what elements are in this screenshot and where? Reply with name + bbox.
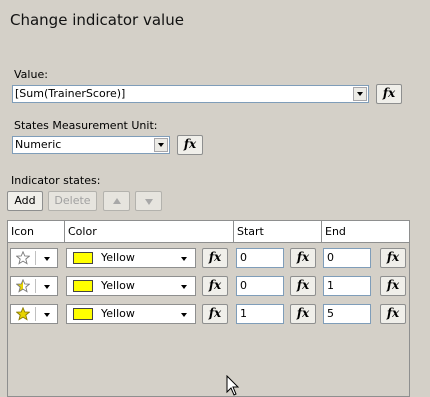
row3-icon-picker[interactable] bbox=[10, 304, 58, 324]
move-down-button[interactable] bbox=[135, 191, 162, 211]
row3-color-fx-button[interactable]: fx bbox=[202, 304, 228, 324]
chevron-down-icon bbox=[181, 257, 187, 261]
row3-color-picker[interactable]: Yellow bbox=[66, 304, 196, 324]
column-header-icon: Icon bbox=[8, 221, 65, 242]
value-label: Value: bbox=[14, 68, 48, 81]
chevron-down-icon bbox=[44, 285, 50, 289]
move-up-button[interactable] bbox=[103, 191, 130, 211]
row1-color-picker[interactable]: Yellow bbox=[66, 248, 196, 268]
row1-start-input[interactable]: 0 bbox=[236, 248, 284, 268]
delete-state-button[interactable]: Delete bbox=[48, 191, 97, 211]
row2-color-picker[interactable]: Yellow bbox=[66, 276, 196, 296]
chevron-down-icon bbox=[181, 313, 187, 317]
row3-start-input[interactable]: 1 bbox=[236, 304, 284, 324]
color-name: Yellow bbox=[101, 307, 135, 320]
measurement-unit-text: Numeric bbox=[15, 138, 62, 151]
grid-header: Icon Color Start End bbox=[8, 221, 409, 243]
row1-start-fx-button[interactable]: fx bbox=[290, 248, 316, 268]
indicator-states-label: Indicator states: bbox=[11, 174, 101, 187]
measurement-unit-combobox[interactable]: Numeric bbox=[12, 136, 170, 154]
row1-color-fx-button[interactable]: fx bbox=[202, 248, 228, 268]
add-state-button[interactable]: Add bbox=[7, 191, 43, 211]
color-name: Yellow bbox=[101, 251, 135, 264]
row3-end-input[interactable]: 5 bbox=[323, 304, 371, 324]
value-fx-button[interactable]: fx bbox=[376, 84, 402, 104]
value-combobox-text: [Sum(TrainerScore)] bbox=[15, 87, 126, 100]
dialog-title: Change indicator value bbox=[10, 11, 184, 29]
row1-icon-picker[interactable] bbox=[10, 248, 58, 268]
color-swatch bbox=[73, 308, 93, 320]
row3-start-fx-button[interactable]: fx bbox=[290, 304, 316, 324]
column-header-start: Start bbox=[234, 221, 322, 242]
mouse-cursor-icon bbox=[226, 375, 240, 396]
column-header-end: End bbox=[325, 225, 346, 238]
measurement-unit-dropdown-button[interactable] bbox=[154, 138, 168, 152]
row1-end-fx-button[interactable]: fx bbox=[380, 248, 406, 268]
row1-end-input[interactable]: 0 bbox=[323, 248, 371, 268]
color-name: Yellow bbox=[101, 279, 135, 292]
chevron-down-icon bbox=[44, 313, 50, 317]
value-dropdown-button[interactable] bbox=[353, 87, 367, 101]
row2-color-fx-button[interactable]: fx bbox=[202, 276, 228, 296]
measurement-fx-button[interactable]: fx bbox=[177, 135, 203, 155]
row2-end-input[interactable]: 1 bbox=[323, 276, 371, 296]
chevron-down-icon bbox=[44, 257, 50, 261]
star-full-icon bbox=[16, 307, 30, 321]
row3-end-fx-button[interactable]: fx bbox=[380, 304, 406, 324]
arrow-up-icon bbox=[113, 198, 121, 204]
row2-icon-picker[interactable] bbox=[10, 276, 58, 296]
color-swatch bbox=[73, 252, 93, 264]
row2-start-fx-button[interactable]: fx bbox=[290, 276, 316, 296]
arrow-down-icon bbox=[145, 199, 153, 205]
color-swatch bbox=[73, 280, 93, 292]
value-combobox[interactable]: [Sum(TrainerScore)] bbox=[12, 85, 369, 103]
row2-start-input[interactable]: 0 bbox=[236, 276, 284, 296]
measurement-unit-label: States Measurement Unit: bbox=[14, 119, 158, 132]
star-empty-icon bbox=[16, 251, 30, 265]
row2-end-fx-button[interactable]: fx bbox=[380, 276, 406, 296]
column-header-color: Color bbox=[65, 221, 234, 242]
star-half-icon bbox=[16, 279, 30, 293]
chevron-down-icon bbox=[181, 285, 187, 289]
